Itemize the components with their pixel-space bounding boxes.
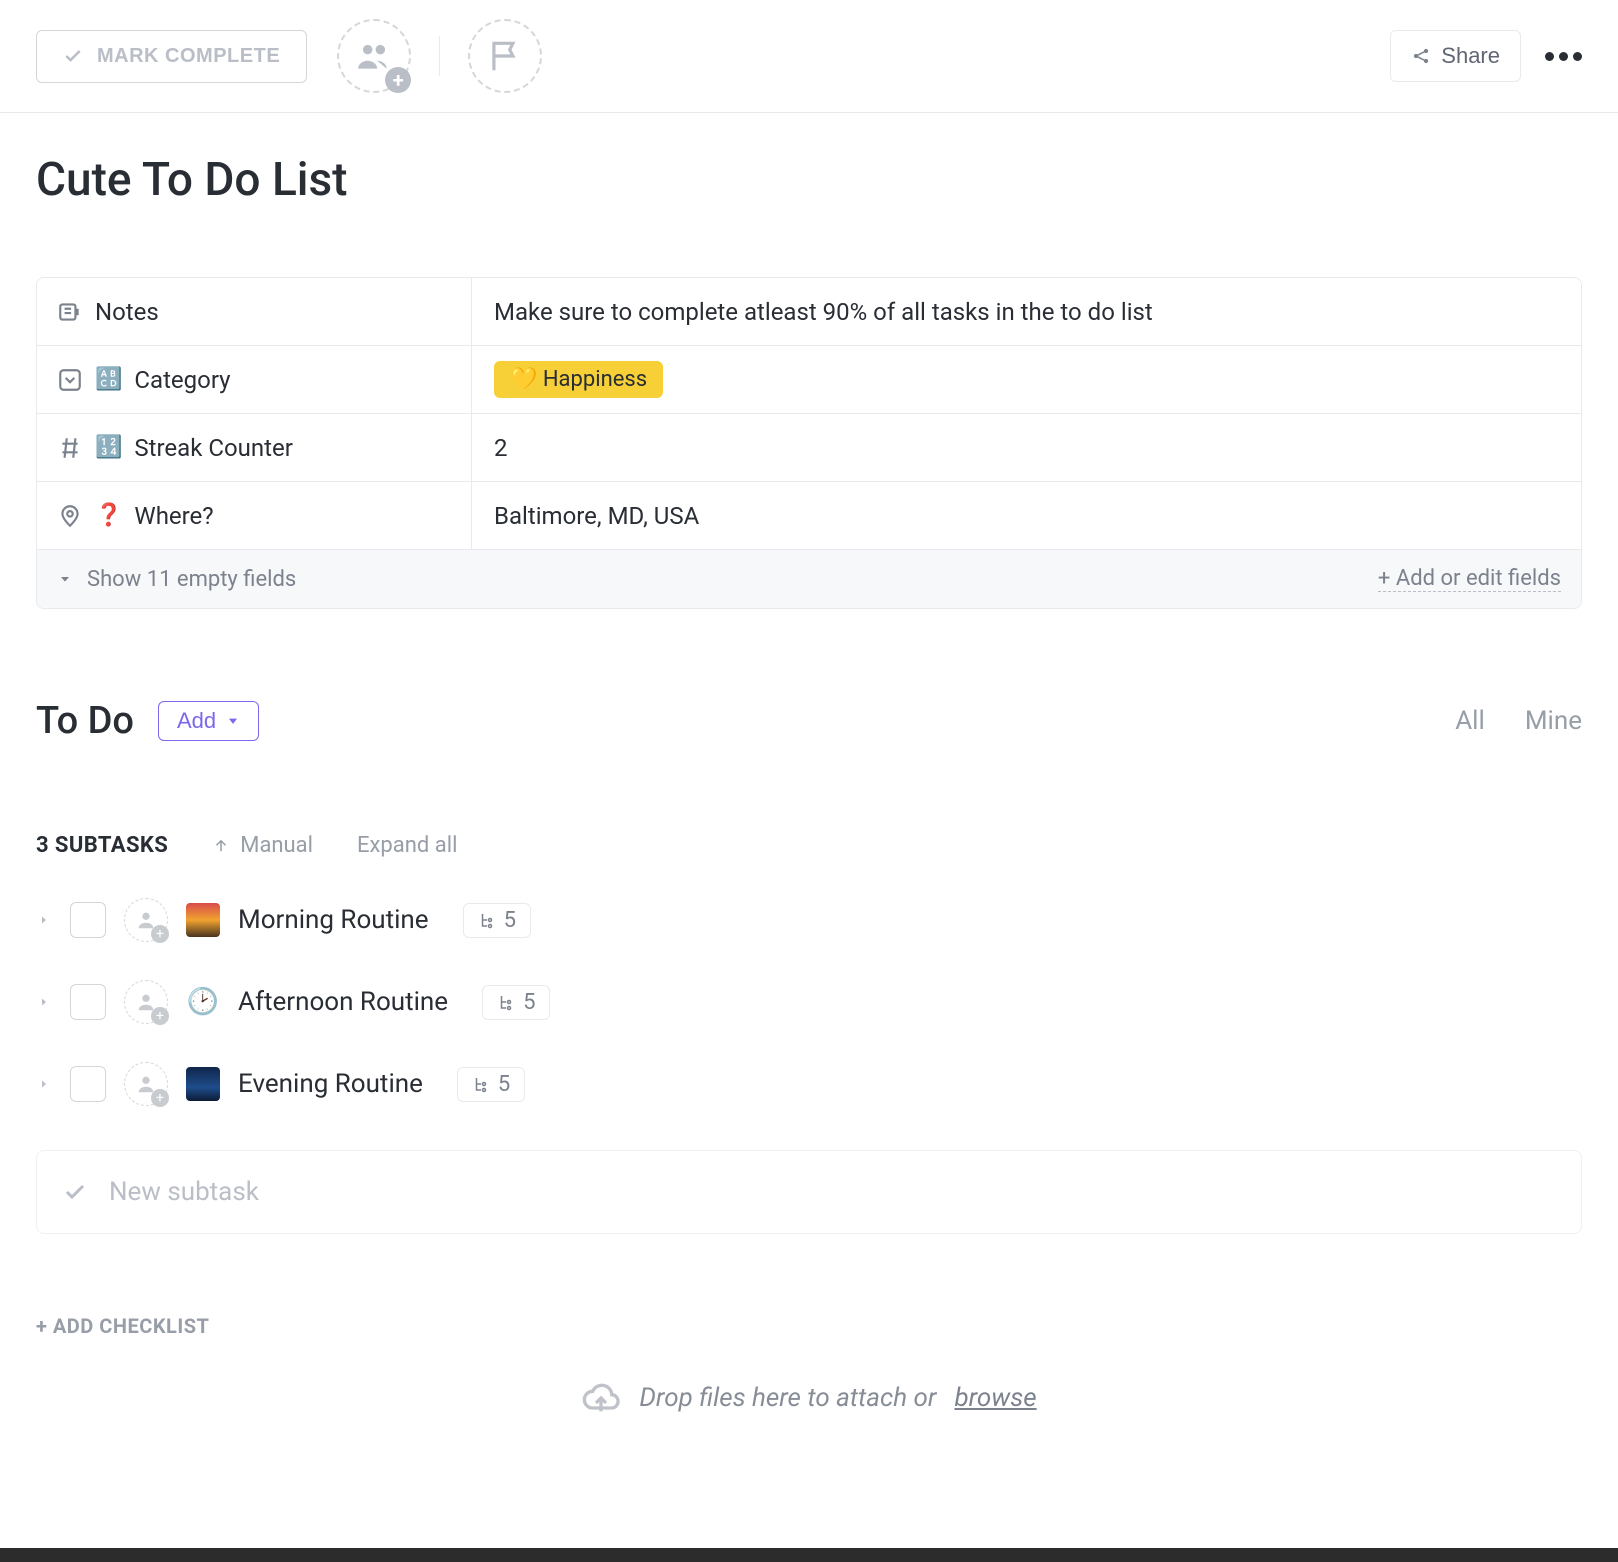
chevron-right-icon	[38, 914, 50, 926]
subtask-count-badge[interactable]: 5	[457, 1067, 525, 1102]
cloud-upload-icon	[581, 1378, 621, 1418]
task-checkbox[interactable]	[70, 1066, 106, 1102]
abcd-emoji: 🔠	[95, 367, 122, 392]
assignee-button[interactable]: +	[124, 980, 168, 1024]
field-row-category: 🔠 Category 💛 Happiness	[37, 346, 1581, 414]
share-button[interactable]: Share	[1390, 30, 1521, 82]
location-icon	[57, 503, 83, 529]
show-empty-fields-button[interactable]: Show 11 empty fields	[57, 567, 296, 592]
browse-link[interactable]: browse	[954, 1383, 1036, 1413]
field-label-streak: 🔢 Streak Counter	[37, 414, 472, 481]
dropdown-icon	[57, 367, 83, 393]
chevron-right-icon	[38, 1078, 50, 1090]
field-label-text: Streak Counter	[134, 434, 292, 462]
chevron-right-icon	[38, 996, 50, 1008]
expand-all-button[interactable]: Expand all	[357, 833, 457, 858]
task-emoji	[186, 1067, 220, 1101]
subtasks-icon	[478, 911, 496, 929]
question-diamond-icon: ❓	[95, 503, 122, 528]
text-icon	[57, 299, 83, 325]
field-label-text: Where?	[134, 502, 213, 530]
task-emoji	[186, 903, 220, 937]
subtasks-count: 3 SUBTASKS	[36, 833, 168, 858]
fields-footer: Show 11 empty fields + Add or edit field…	[37, 550, 1581, 608]
field-row-notes: Notes Make sure to complete atleast 90% …	[37, 278, 1581, 346]
field-label-text: Notes	[95, 298, 159, 326]
task-emoji: 🕑	[186, 985, 220, 1019]
share-label: Share	[1441, 43, 1500, 69]
field-row-streak: 🔢 Streak Counter 2	[37, 414, 1581, 482]
chevron-down-icon	[57, 571, 73, 587]
field-row-where: ❓ Where? Baltimore, MD, USA	[37, 482, 1581, 550]
assignee-button[interactable]: +	[124, 898, 168, 942]
subtasks-icon	[472, 1075, 490, 1093]
numbers-emoji: 🔢	[95, 435, 122, 460]
task-checkbox[interactable]	[70, 984, 106, 1020]
share-icon	[1411, 46, 1431, 66]
flag-icon	[486, 37, 524, 75]
mark-complete-label: MARK COMPLETE	[97, 45, 280, 68]
field-value-category[interactable]: 💛 Happiness	[472, 346, 1581, 413]
category-pill: 💛 Happiness	[494, 361, 663, 398]
check-icon	[63, 1180, 87, 1204]
todo-header: To Do Add All Mine	[36, 699, 1582, 743]
hash-icon	[57, 435, 83, 461]
field-value-notes[interactable]: Make sure to complete atleast 90% of all…	[472, 278, 1581, 345]
page-title: Cute To Do List	[36, 153, 1582, 207]
plus-icon: +	[385, 67, 411, 93]
add-edit-fields-button[interactable]: + Add or edit fields	[1378, 566, 1561, 592]
field-label-category: 🔠 Category	[37, 346, 472, 413]
add-button[interactable]: Add	[158, 701, 259, 741]
task-title[interactable]: Evening Routine	[238, 1069, 423, 1099]
mark-complete-button[interactable]: MARK COMPLETE	[36, 30, 307, 83]
field-label-notes: Notes	[37, 278, 472, 345]
fields-table: Notes Make sure to complete atleast 90% …	[36, 277, 1582, 609]
more-menu-button[interactable]	[1545, 52, 1582, 61]
new-subtask-placeholder: New subtask	[109, 1177, 259, 1207]
task-row: + 🕑 Afternoon Routine 5	[36, 980, 1582, 1024]
dropzone-text: Drop files here to attach or	[639, 1383, 936, 1413]
plus-icon: +	[151, 1089, 169, 1107]
add-button-label: Add	[177, 708, 216, 734]
new-subtask-input[interactable]: New subtask	[36, 1150, 1582, 1234]
expand-task-button[interactable]	[36, 994, 52, 1010]
subtask-count-badge[interactable]: 5	[482, 985, 550, 1020]
people-icon	[355, 37, 393, 75]
subtasks-icon	[497, 993, 515, 1011]
sort-label: Manual	[240, 833, 313, 858]
subtasks-bar: 3 SUBTASKS Manual Expand all	[36, 833, 1582, 858]
task-title[interactable]: Afternoon Routine	[238, 987, 448, 1017]
filter-all[interactable]: All	[1455, 706, 1485, 736]
sort-button[interactable]: Manual	[212, 833, 313, 858]
task-row: + Evening Routine 5	[36, 1062, 1582, 1106]
task-row: + Morning Routine 5	[36, 898, 1582, 942]
show-empty-fields-label: Show 11 empty fields	[87, 567, 296, 592]
bottom-bar	[0, 1548, 1618, 1562]
filter-mine[interactable]: Mine	[1525, 706, 1582, 736]
field-label-where: ❓ Where?	[37, 482, 472, 549]
todo-heading: To Do	[36, 699, 134, 743]
chevron-down-icon	[226, 714, 240, 728]
task-list: + Morning Routine 5 + 🕑 Afternoon Routin…	[36, 898, 1582, 1106]
add-checklist-button[interactable]: + ADD CHECKLIST	[36, 1314, 1582, 1338]
plus-icon: +	[151, 925, 169, 943]
assignees-button[interactable]: +	[337, 19, 411, 93]
plus-icon: +	[151, 1007, 169, 1025]
flag-button[interactable]	[468, 19, 542, 93]
field-value-streak[interactable]: 2	[472, 414, 1581, 481]
task-title[interactable]: Morning Routine	[238, 905, 429, 935]
assignee-button[interactable]: +	[124, 1062, 168, 1106]
arrow-up-icon	[212, 837, 230, 855]
attachment-dropzone[interactable]: Drop files here to attach or browse	[36, 1368, 1582, 1468]
subtask-count-badge[interactable]: 5	[463, 903, 531, 938]
expand-task-button[interactable]	[36, 912, 52, 928]
field-label-text: Category	[134, 366, 230, 394]
field-value-where[interactable]: Baltimore, MD, USA	[472, 482, 1581, 549]
task-checkbox[interactable]	[70, 902, 106, 938]
expand-task-button[interactable]	[36, 1076, 52, 1092]
check-icon	[63, 46, 83, 66]
toolbar-separator	[439, 36, 440, 76]
